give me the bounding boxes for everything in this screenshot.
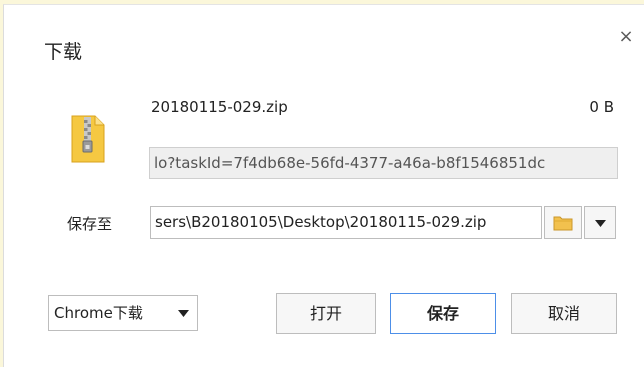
save-to-label: 保存至: [67, 215, 113, 233]
save-button[interactable]: 保存: [390, 293, 496, 334]
cancel-button[interactable]: 取消: [511, 293, 617, 334]
triangle-down-icon: [178, 310, 189, 317]
triangle-down-icon: [595, 220, 606, 227]
browse-folder-button[interactable]: [544, 206, 582, 239]
path-dropdown-button[interactable]: [584, 206, 616, 239]
download-mode-select[interactable]: Chrome下载: [48, 295, 198, 331]
file-size: 0 B: [589, 98, 614, 116]
download-dialog-page: 下载 × 20180115-029.zip 0 B lo?taskId=7f4d…: [0, 0, 644, 367]
download-dialog: 下载 × 20180115-029.zip 0 B lo?taskId=7f4d…: [3, 4, 644, 367]
save-path-input[interactable]: sers\B20180105\Desktop\20180115-029.zip: [150, 206, 542, 239]
download-url-field: lo?taskId=7f4db68e-56fd-4377-a46a-b8f154…: [149, 147, 618, 179]
dialog-title: 下载: [44, 41, 83, 63]
zip-file-icon: [68, 114, 108, 164]
open-button[interactable]: 打开: [276, 293, 376, 334]
download-mode-value: Chrome下载: [54, 304, 143, 322]
file-name: 20180115-029.zip: [151, 98, 288, 116]
folder-icon: [553, 216, 573, 231]
close-button[interactable]: ×: [616, 27, 636, 47]
